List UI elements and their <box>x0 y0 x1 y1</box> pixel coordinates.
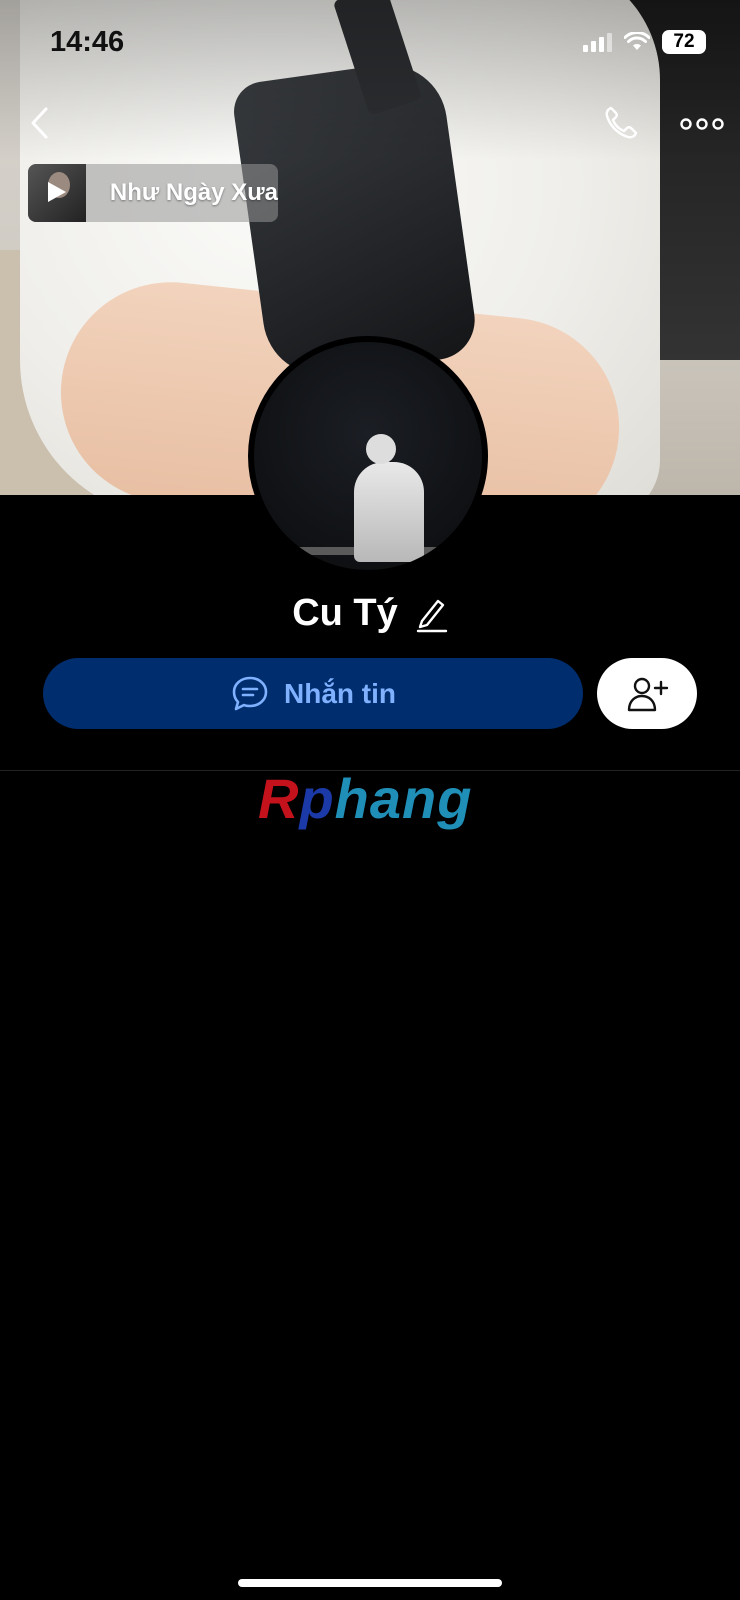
status-time: 14:46 <box>50 26 125 58</box>
signal-icon <box>583 32 612 52</box>
play-icon[interactable] <box>48 182 66 202</box>
more-horizontal-icon[interactable] <box>680 112 724 136</box>
chat-bubble-icon <box>232 676 268 710</box>
home-indicator[interactable] <box>238 1579 502 1587</box>
avatar[interactable] <box>248 336 488 576</box>
profile-name-row: Cu Tý <box>0 592 740 635</box>
music-thumbnail <box>28 164 86 222</box>
message-button[interactable]: Nhắn tin <box>43 658 583 729</box>
wifi-icon <box>624 32 650 50</box>
chevron-left-icon[interactable] <box>26 106 56 140</box>
profile-music[interactable]: Như Ngày Xưa <box>28 164 278 222</box>
phone-icon[interactable] <box>602 104 640 142</box>
status-icons: 72 <box>583 30 706 54</box>
battery-level: 72 <box>662 30 706 54</box>
profile-name: Cu Tý <box>292 592 398 634</box>
pencil-icon[interactable] <box>414 595 448 633</box>
message-button-label: Nhắn tin <box>284 677 396 709</box>
watermark-logo: Rphang <box>258 767 473 830</box>
music-title: Như Ngày Xưa <box>109 179 278 206</box>
add-friend-button[interactable] <box>597 658 697 729</box>
add-user-icon <box>627 677 669 711</box>
